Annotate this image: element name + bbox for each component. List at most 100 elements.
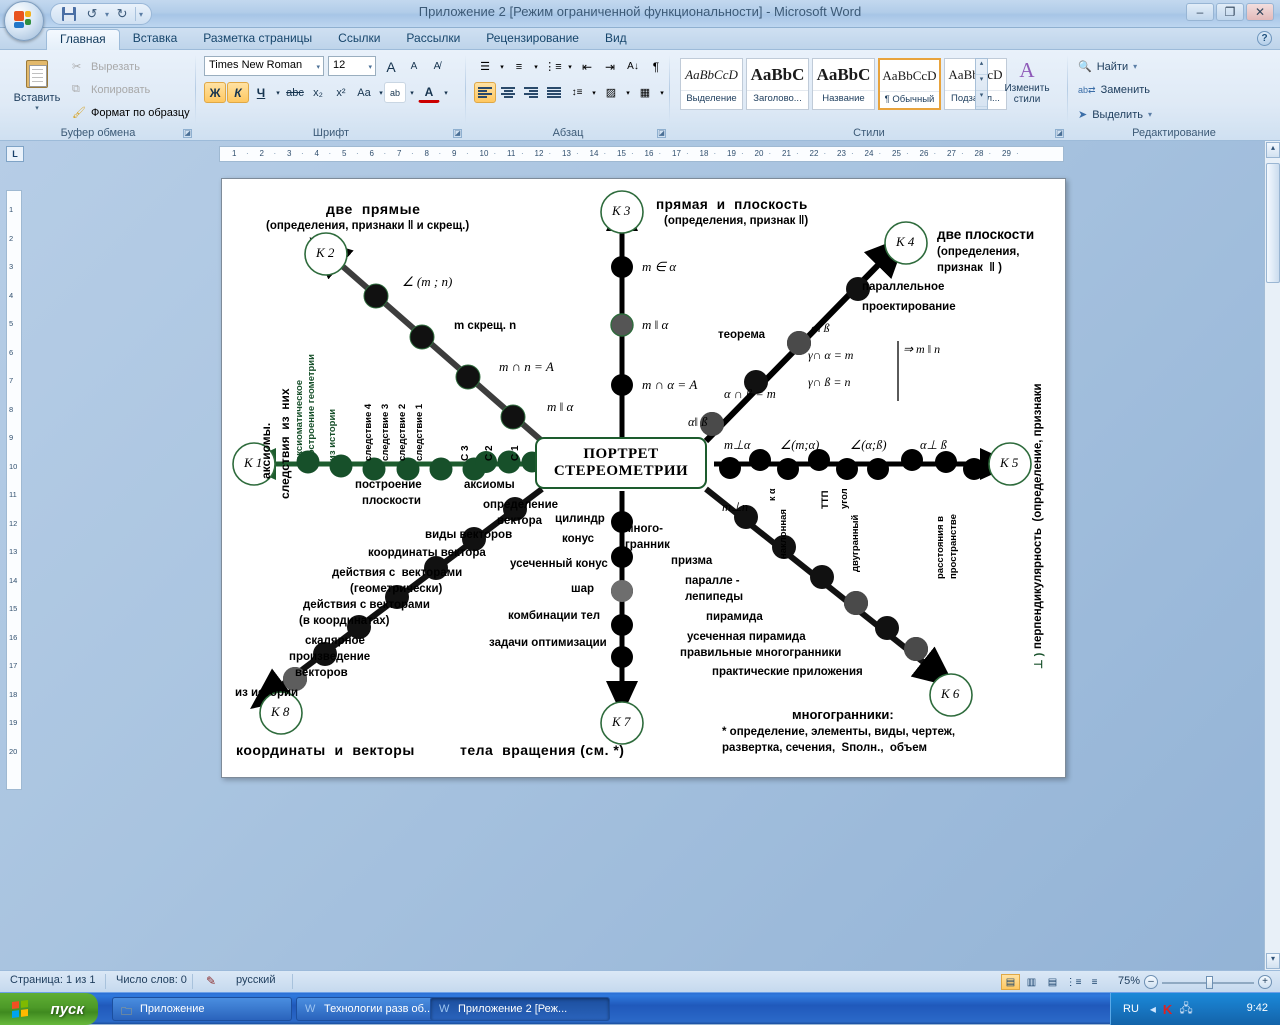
zoom-in-button[interactable]: +	[1258, 975, 1272, 989]
bold-button[interactable]: Ж	[204, 82, 226, 103]
tab-home[interactable]: Главная	[46, 29, 120, 50]
show-desktop-icon[interactable]: ◂	[1150, 1002, 1156, 1016]
print-layout-icon[interactable]: ▤	[1001, 974, 1020, 990]
style-item-title[interactable]: AaBbC Название	[812, 58, 875, 110]
justify-button[interactable]	[543, 82, 565, 103]
web-layout-icon[interactable]: ▤	[1043, 974, 1062, 990]
superscript-button[interactable]: x²	[330, 82, 352, 103]
show-marks-button[interactable]: ¶	[645, 56, 667, 77]
node-k8-label[interactable]: К 8	[271, 704, 289, 720]
clear-formatting-button[interactable]: A̸	[426, 56, 448, 77]
align-right-button[interactable]	[520, 82, 542, 103]
taskbar-item-folder[interactable]: 🗀 Приложение	[112, 997, 292, 1021]
change-styles-button[interactable]: A Изменить стили	[994, 58, 1060, 105]
font-size-dropdown-icon[interactable]: ▾	[368, 63, 372, 71]
node-k6-label[interactable]: К 6	[941, 686, 959, 702]
tab-page-layout[interactable]: Разметка страницы	[190, 28, 325, 50]
tab-view[interactable]: Вид	[592, 28, 640, 50]
grow-font-button[interactable]: A	[380, 56, 402, 77]
center-node-portrait-of-stereometry[interactable]: ПОРТРЕТ СТЕРЕОМЕТРИИ	[535, 437, 707, 489]
sort-button[interactable]: A↓	[622, 56, 644, 77]
shrink-font-button[interactable]: A	[403, 56, 425, 77]
node-k3-label[interactable]: К 3	[612, 203, 630, 219]
align-left-button[interactable]	[474, 82, 496, 103]
find-button[interactable]: 🔍 Найти ▾	[1078, 60, 1137, 74]
font-name-input[interactable]: Times New Roman ▾	[204, 56, 324, 76]
full-screen-reading-icon[interactable]: ▥	[1022, 974, 1041, 990]
paste-dropdown-icon[interactable]: ▾	[10, 104, 64, 112]
italic-button[interactable]: К	[227, 82, 249, 103]
styles-more-icon[interactable]: ▾	[976, 91, 987, 107]
tab-insert[interactable]: Вставка	[120, 28, 191, 50]
tab-selector-button[interactable]: L	[6, 146, 24, 162]
underline-dropdown-icon[interactable]: ▾	[273, 82, 283, 103]
draft-icon[interactable]: ≡	[1085, 974, 1104, 990]
styles-dialog-launcher[interactable]: ◪	[1055, 129, 1064, 138]
tab-review[interactable]: Рецензирование	[473, 28, 592, 50]
window-controls[interactable]: – ❐ ✕	[1186, 3, 1274, 21]
node-k2-label[interactable]: К 2	[316, 245, 334, 261]
styles-scrollbar[interactable]: ▴ ▾ ▾	[975, 58, 988, 110]
network-icon[interactable]: 🖧	[1179, 999, 1192, 1020]
paragraph-dialog-launcher[interactable]: ◪	[657, 129, 666, 138]
zoom-out-button[interactable]: –	[1144, 975, 1158, 989]
font-size-input[interactable]: 12 ▾	[328, 56, 376, 76]
decrease-indent-button[interactable]: ⇤	[576, 56, 598, 77]
format-painter-button[interactable]: 🖌 Формат по образцу	[72, 106, 190, 120]
highlight-button[interactable]: ab	[384, 82, 406, 103]
bullets-dropdown-icon[interactable]: ▾	[497, 56, 507, 77]
strikethrough-button[interactable]: abc	[284, 82, 306, 103]
shading-button[interactable]: ▨	[600, 82, 622, 103]
styles-scroll-up-icon[interactable]: ▴	[976, 59, 987, 75]
find-dropdown-icon[interactable]: ▾	[1133, 62, 1137, 71]
zoom-slider[interactable]: – +	[1144, 975, 1272, 989]
numbering-dropdown-icon[interactable]: ▾	[531, 56, 541, 77]
vertical-ruler[interactable]: 1 2 3 4 5 6 7 8 9 10 11 12 13 14 15 16 17 18 19 20	[6, 190, 22, 790]
zoom-slider-handle[interactable]	[1206, 976, 1213, 989]
tab-references[interactable]: Ссылки	[325, 28, 393, 50]
tab-mailings[interactable]: Рассылки	[393, 28, 473, 50]
font-color-button[interactable]: A	[418, 82, 440, 103]
status-words[interactable]: Число слов: 0	[106, 974, 197, 986]
cut-button[interactable]: ✂ Вырезать	[72, 60, 140, 74]
scroll-down-icon[interactable]: ▾	[1266, 953, 1280, 969]
subscript-button[interactable]: x₂	[307, 82, 329, 103]
zoom-level[interactable]: 75%	[1118, 975, 1140, 987]
style-item-heading[interactable]: AaBbC Заголово...	[746, 58, 809, 110]
tray-clock[interactable]: 9:42	[1247, 1002, 1268, 1014]
borders-dropdown-icon[interactable]: ▾	[657, 82, 667, 103]
status-page[interactable]: Страница: 1 из 1	[0, 974, 106, 986]
start-button[interactable]: пуск	[0, 993, 98, 1025]
numbering-button[interactable]: ≡	[508, 56, 530, 77]
scroll-thumb[interactable]	[1266, 163, 1280, 283]
multilevel-list-button[interactable]: ⋮≡	[542, 56, 564, 77]
status-language[interactable]: русский	[226, 974, 285, 986]
minimize-button[interactable]: –	[1186, 3, 1214, 21]
font-color-dropdown-icon[interactable]: ▾	[441, 82, 451, 103]
copy-button[interactable]: ⧉ Копировать	[72, 83, 150, 97]
taskbar-item-word-doc2[interactable]: W Приложение 2 [Реж...	[430, 997, 610, 1021]
line-spacing-button[interactable]: ↕≡	[566, 82, 588, 103]
highlight-dropdown-icon[interactable]: ▾	[407, 82, 417, 103]
node-k4-label[interactable]: К 4	[896, 234, 914, 250]
office-button[interactable]	[4, 1, 44, 41]
underline-button[interactable]: Ч	[250, 82, 272, 103]
style-item-normal[interactable]: AaBbCcD ¶ Обычный	[878, 58, 941, 110]
tray-language[interactable]: RU	[1123, 1003, 1139, 1015]
view-buttons[interactable]: ▤ ▥ ▤ ⋮≡ ≡	[1001, 974, 1104, 990]
line-spacing-dropdown-icon[interactable]: ▾	[589, 82, 599, 103]
font-dialog-launcher[interactable]: ◪	[453, 129, 462, 138]
node-k7-label[interactable]: К 7	[612, 714, 630, 730]
multilevel-dropdown-icon[interactable]: ▾	[565, 56, 575, 77]
bullets-button[interactable]: ☰	[474, 56, 496, 77]
outline-icon[interactable]: ⋮≡	[1064, 974, 1083, 990]
shading-dropdown-icon[interactable]: ▾	[623, 82, 633, 103]
restore-button[interactable]: ❐	[1216, 3, 1244, 21]
select-button[interactable]: ➤ Выделить ▾	[1078, 108, 1152, 122]
borders-button[interactable]: ▦	[634, 82, 656, 103]
clipboard-dialog-launcher[interactable]: ◪	[183, 129, 192, 138]
vertical-scrollbar[interactable]: ▴ ▾	[1264, 141, 1280, 970]
help-icon[interactable]: ?	[1257, 31, 1272, 46]
align-center-button[interactable]	[497, 82, 519, 103]
document-page[interactable]: ПОРТРЕТ СТЕРЕОМЕТРИИ К 1 К 2 К 3 К 4 К 5…	[221, 178, 1066, 778]
